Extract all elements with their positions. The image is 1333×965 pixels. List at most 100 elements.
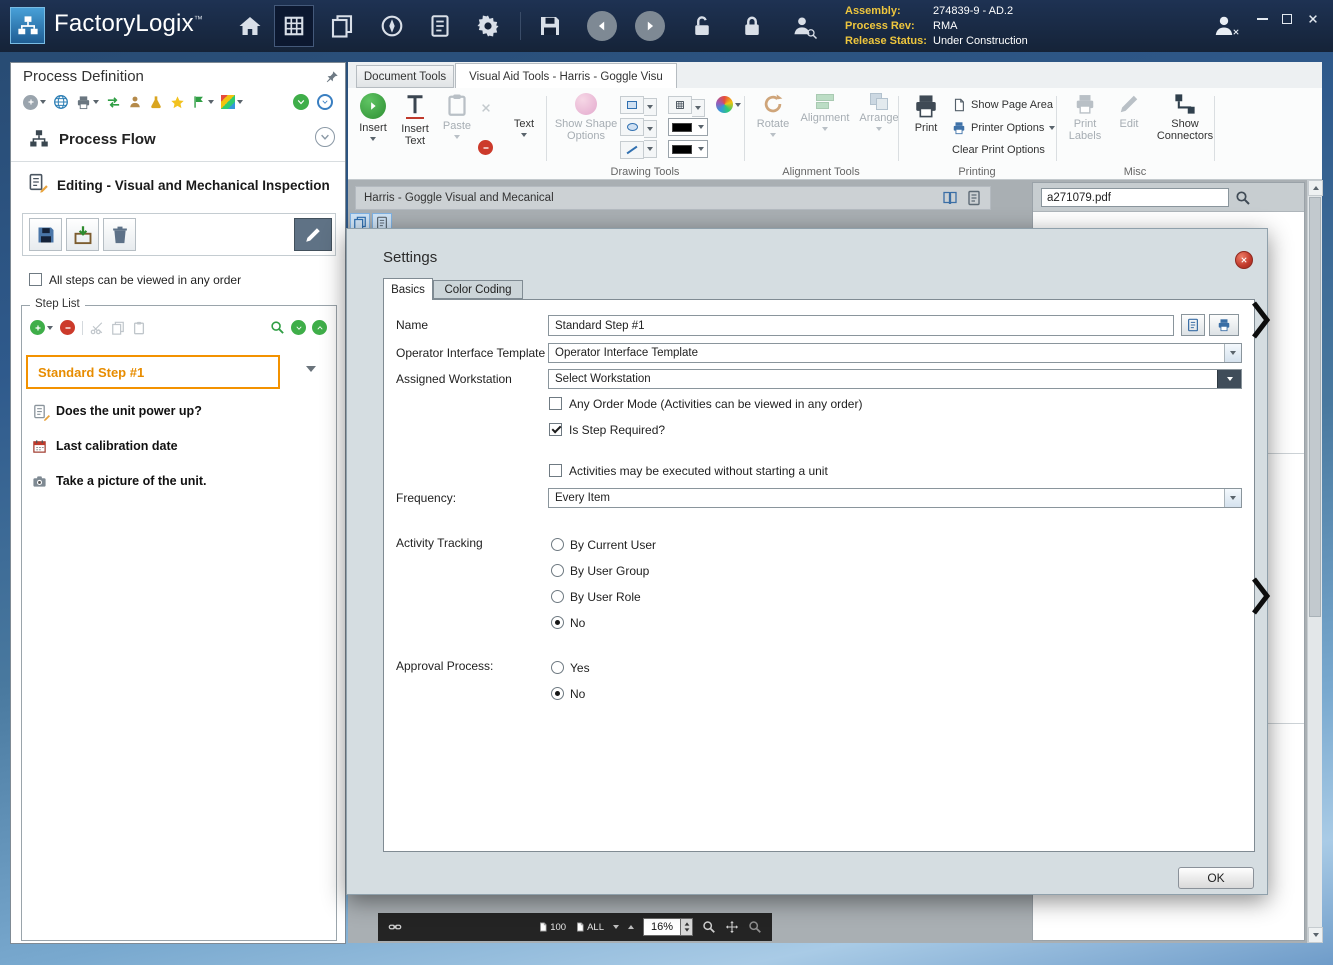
add-item-button[interactable] bbox=[23, 94, 46, 110]
activities-without-unit-checkbox[interactable] bbox=[549, 464, 562, 477]
zoom-100-button[interactable]: 100 bbox=[538, 922, 566, 933]
scroll-up-arrow[interactable] bbox=[1308, 180, 1323, 196]
save-button[interactable] bbox=[530, 5, 570, 47]
scrollbar-thumb[interactable] bbox=[1309, 197, 1321, 617]
vertical-scrollbar[interactable] bbox=[1307, 180, 1323, 943]
zoom-value-field[interactable]: 16% bbox=[643, 918, 681, 936]
print-button[interactable] bbox=[76, 95, 99, 110]
remove-step-button[interactable] bbox=[60, 320, 75, 335]
frequency-dropdown[interactable]: Every Item bbox=[548, 488, 1242, 508]
pan-icon[interactable] bbox=[725, 920, 739, 934]
show-shape-options-button[interactable]: Show Shape Options bbox=[555, 93, 617, 163]
zoom-select-icon[interactable] bbox=[748, 920, 762, 934]
delete-button[interactable] bbox=[103, 218, 136, 251]
favorite-button[interactable] bbox=[170, 95, 185, 110]
pin-icon[interactable] bbox=[325, 70, 339, 84]
name-input[interactable]: Standard Step #1 bbox=[548, 315, 1174, 336]
radio-by-current-user[interactable] bbox=[551, 538, 564, 551]
delete-shape-button[interactable] bbox=[478, 140, 493, 155]
forward-button[interactable] bbox=[630, 5, 670, 47]
text-dropdown-button[interactable]: Text bbox=[506, 93, 542, 163]
name-template-button[interactable] bbox=[1181, 314, 1205, 336]
move-step-down-button[interactable] bbox=[291, 320, 306, 335]
scroll-down-arrow[interactable] bbox=[1308, 927, 1323, 943]
clear-print-options-option[interactable]: Clear Print Options bbox=[952, 144, 1045, 156]
ok-button[interactable]: OK bbox=[1178, 867, 1254, 889]
paste-button[interactable]: Paste bbox=[439, 93, 475, 163]
test-button[interactable] bbox=[149, 95, 163, 109]
refresh-view-button[interactable] bbox=[317, 94, 333, 110]
tab-document-tools[interactable]: Document Tools bbox=[356, 65, 454, 88]
web-link-button[interactable] bbox=[53, 94, 69, 110]
workstation-dropdown[interactable]: Select Workstation bbox=[548, 369, 1242, 389]
step-item[interactable]: Does the unit power up? bbox=[28, 396, 324, 426]
close-window-button[interactable] bbox=[1303, 10, 1323, 28]
printer-options-option[interactable]: Printer Options bbox=[952, 121, 1056, 135]
assign-user-button[interactable] bbox=[128, 95, 142, 109]
radio-by-user-role[interactable] bbox=[551, 590, 564, 603]
name-print-button[interactable] bbox=[1209, 314, 1239, 336]
color-wheel-icon[interactable] bbox=[716, 96, 733, 113]
zoom-in-icon[interactable] bbox=[702, 920, 716, 934]
paste-icon[interactable] bbox=[132, 321, 146, 335]
move-step-up-button[interactable] bbox=[312, 320, 327, 335]
color-wheel-dropdown[interactable] bbox=[735, 102, 741, 107]
step-item[interactable]: Take a picture of the unit. bbox=[28, 466, 324, 496]
any-order-checkbox[interactable] bbox=[29, 273, 42, 286]
insert-button[interactable]: Insert bbox=[355, 93, 391, 163]
pattern-button[interactable] bbox=[668, 96, 692, 114]
sign-out-user-button[interactable] bbox=[1206, 10, 1242, 42]
zoom-fit-all-button[interactable]: ALL bbox=[575, 922, 604, 933]
save-step-button[interactable] bbox=[29, 218, 62, 251]
search-attachment-icon[interactable] bbox=[1235, 190, 1251, 206]
any-order-mode-checkbox[interactable] bbox=[549, 397, 562, 410]
line-shape-button[interactable] bbox=[620, 141, 644, 159]
rectangle-dropdown[interactable] bbox=[644, 98, 657, 116]
radio-by-user-group[interactable] bbox=[551, 564, 564, 577]
dialog-close-button[interactable] bbox=[1235, 251, 1253, 269]
radio-approval-no[interactable] bbox=[551, 687, 564, 700]
import-button[interactable] bbox=[66, 218, 99, 251]
document-view-icon[interactable] bbox=[966, 190, 982, 206]
edit-button[interactable]: Edit bbox=[1112, 93, 1146, 163]
radio-tracking-no[interactable] bbox=[551, 616, 564, 629]
insert-text-button[interactable]: Insert Text bbox=[395, 93, 435, 163]
explore-button[interactable] bbox=[372, 5, 412, 47]
cut-icon[interactable] bbox=[90, 321, 104, 335]
copy-icon[interactable] bbox=[111, 321, 125, 335]
link-pages-icon[interactable] bbox=[388, 920, 402, 934]
collapse-panel-chevron[interactable] bbox=[1250, 576, 1272, 619]
lock-button[interactable] bbox=[732, 5, 772, 47]
is-step-required-checkbox[interactable] bbox=[549, 423, 562, 436]
unlock-button[interactable] bbox=[682, 5, 722, 47]
step-item-selected[interactable]: Standard Step #1 bbox=[26, 355, 280, 389]
back-button[interactable] bbox=[582, 5, 622, 47]
collapse-panel-chevron[interactable] bbox=[1250, 300, 1272, 343]
arrange-button[interactable]: Arrange bbox=[856, 93, 902, 163]
news-button[interactable] bbox=[420, 5, 460, 47]
expand-all-button[interactable] bbox=[293, 94, 309, 110]
step-expander-icon[interactable] bbox=[306, 366, 316, 372]
pattern-dropdown[interactable] bbox=[692, 99, 705, 117]
print-button-ribbon[interactable]: Print bbox=[906, 93, 946, 163]
ellipse-shape-button[interactable] bbox=[620, 118, 644, 136]
cut-disabled-icon[interactable] bbox=[480, 102, 492, 114]
maximize-button[interactable] bbox=[1277, 10, 1297, 28]
minimize-button[interactable] bbox=[1252, 10, 1272, 28]
print-labels-button[interactable]: Print Labels bbox=[1064, 93, 1106, 163]
tab-basics[interactable]: Basics bbox=[383, 278, 433, 300]
pdf-name-field[interactable]: a271079.pdf bbox=[1041, 188, 1229, 207]
home-button[interactable] bbox=[230, 5, 270, 47]
zoom-step-icon[interactable] bbox=[270, 320, 285, 335]
line-dropdown[interactable] bbox=[644, 140, 657, 158]
sync-button[interactable] bbox=[106, 95, 121, 110]
book-view-icon[interactable] bbox=[942, 190, 958, 206]
find-user-button[interactable] bbox=[782, 5, 822, 47]
rectangle-shape-button[interactable] bbox=[620, 96, 644, 114]
step-item[interactable]: Last calibration date bbox=[28, 431, 324, 461]
tab-color-coding[interactable]: Color Coding bbox=[433, 280, 523, 299]
release-button[interactable] bbox=[192, 95, 214, 109]
show-page-area-option[interactable]: Show Page Area bbox=[952, 98, 1053, 112]
edit-mode-button[interactable] bbox=[294, 218, 332, 251]
ellipse-dropdown[interactable] bbox=[644, 120, 657, 138]
